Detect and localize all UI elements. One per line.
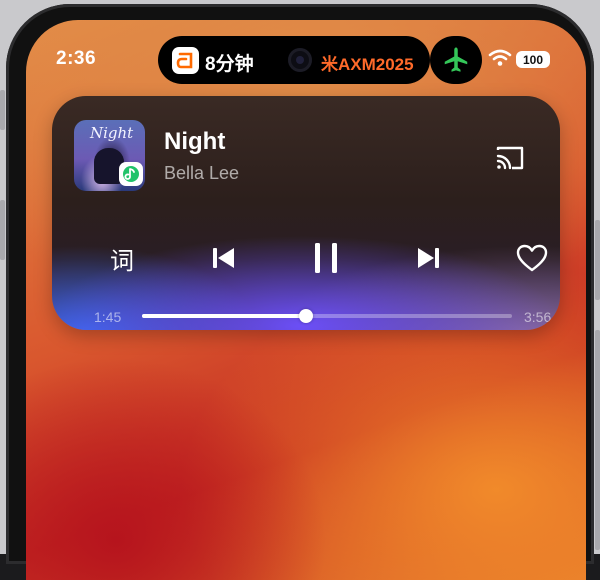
airplane-icon (444, 47, 468, 72)
battery-indicator: 100 (516, 51, 550, 68)
side-button (0, 90, 5, 130)
song-title: Night (164, 128, 226, 155)
artist-name: Bella Lee (164, 163, 240, 183)
ride-eta-text: 8分钟 (205, 54, 254, 75)
next-track-button[interactable] (408, 236, 448, 280)
cast-icon (496, 146, 524, 170)
phone-frame: 2:36 8分钟 米AXM2025 100 Night Night Bella … (6, 4, 594, 580)
next-track-icon (418, 248, 439, 268)
previous-track-icon (213, 248, 234, 268)
lock-screen: 2:36 8分钟 米AXM2025 100 Night Night Bella … (26, 20, 586, 580)
didi-app-icon (172, 47, 199, 74)
phone-body: 2:36 8分钟 米AXM2025 100 Night Night Bella … (0, 0, 600, 580)
dynamic-island[interactable]: 8分钟 米AXM2025 (158, 36, 430, 84)
flight-activity-pill[interactable] (430, 36, 482, 84)
elapsed-time: 1:45 (94, 309, 122, 325)
lyrics-button[interactable]: 词 (102, 236, 142, 280)
progress-bar[interactable] (142, 309, 512, 323)
cast-button[interactable] (492, 140, 528, 176)
status-time: 2:36 (56, 48, 97, 69)
flight-number-text: 米AXM2025 (321, 55, 414, 74)
progress-fill (142, 314, 307, 318)
music-app-badge-icon (119, 162, 143, 186)
now-playing-widget[interactable]: Night Night Bella Lee 词 1:45 3:56 (52, 96, 560, 330)
side-button (595, 330, 600, 550)
like-button[interactable] (510, 236, 554, 280)
front-camera (288, 48, 312, 72)
previous-track-button[interactable] (204, 236, 244, 280)
album-art-title: Night (90, 124, 134, 142)
pause-icon (315, 243, 337, 273)
heart-icon (516, 244, 548, 272)
side-button (0, 200, 5, 260)
wifi-icon (488, 49, 512, 66)
side-button (595, 220, 600, 300)
progress-scrubber-handle[interactable] (299, 309, 314, 323)
pause-button[interactable] (304, 236, 348, 280)
total-time: 3:56 (524, 309, 552, 325)
